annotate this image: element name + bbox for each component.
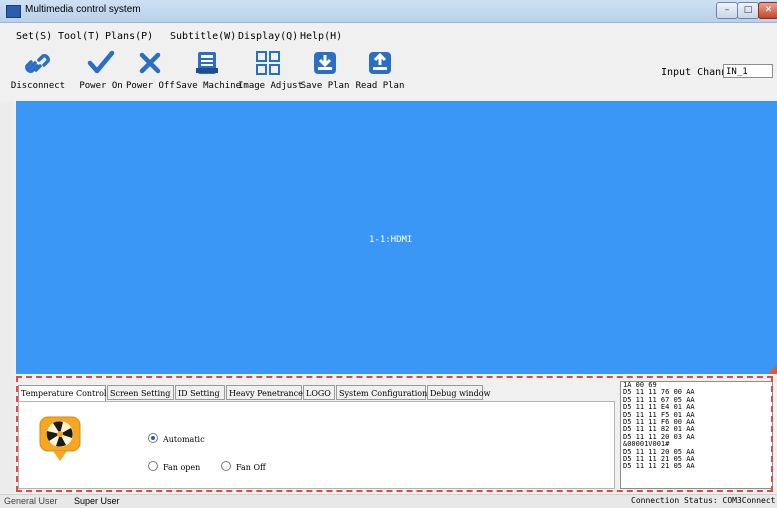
fan-off-radio[interactable]: Fan Off [221,461,266,472]
status-bar: General User Super User Connection Statu… [0,494,777,508]
tab-heavy-penetrance[interactable]: Heavy Penetrance [226,385,303,400]
screen-window-label[interactable]: 1-1:HDMI [369,235,412,245]
automatic-label: Automatic [163,435,205,444]
power-on-label: Power On [79,81,123,91]
window-title: Multimedia control system [25,4,141,15]
menu-plans[interactable]: Plans(P) [105,31,153,42]
tab-logo[interactable]: LOGO [303,385,335,400]
save-machine-button[interactable]: Save Machine [176,48,242,94]
power-off-button[interactable]: Power Off [126,48,175,94]
minimize-button[interactable]: – [716,2,738,19]
disconnect-label: Disconnect [10,81,66,91]
menu-tool[interactable]: Tool(T) [58,31,100,42]
temperature-control-panel [18,401,615,489]
title-bar: Multimedia control system – □ ✕ [0,0,777,23]
left-edge-strip [0,101,14,493]
tab-screen-setting[interactable]: Screen Setting [107,385,174,400]
download-tray-icon [314,52,336,74]
tab-system-configuration[interactable]: System Configuration [336,385,427,400]
fan-off-label: Fan Off [236,463,266,472]
image-adjust-label: Image Adjust [238,81,304,91]
link-icon [25,54,50,73]
save-machine-label: Save Machine [176,81,242,91]
debug-log-line: D5 11 11 21 05 AA [623,462,695,471]
connection-status: Connection Status: COM3Connect [631,496,776,505]
tab-id-setting[interactable]: ID Setting [175,385,225,400]
read-plan-label: Read Plan [355,81,405,91]
fan-icon [39,416,81,461]
radio-selected-indicator [148,433,158,443]
read-plan-button[interactable]: Read Plan [355,48,405,94]
menu-set[interactable]: Set(S) [16,31,52,42]
grid-icon [256,51,280,75]
menu-bar: Set(S) Tool(T) Plans(P) Subtitle(W) Disp… [0,28,777,44]
disconnect-button[interactable]: Disconnect [6,48,70,94]
screen-canvas[interactable]: 1-1:HDMI [16,101,777,374]
upload-tray-icon [369,52,391,74]
radio-indicator [148,461,158,471]
menu-display[interactable]: Display(Q) [238,31,298,42]
menu-help[interactable]: Help(H) [300,31,342,42]
maximize-button[interactable]: □ [737,2,759,19]
menu-subtitle[interactable]: Subtitle(W) [170,31,236,42]
debug-log[interactable]: 1A 00 69 D5 11 11 76 00 AA D5 11 11 67 0… [620,381,773,489]
radio-indicator [221,461,231,471]
save-plan-label: Save Plan [300,81,350,91]
fan-open-label: Fan open [163,463,201,472]
resize-handle[interactable] [768,365,777,374]
tab-temperature-control[interactable]: Temperature Control [18,385,106,402]
power-off-label: Power Off [126,81,175,91]
input-channel-select[interactable]: IN_1 [723,64,773,78]
power-on-button[interactable]: Power On [76,48,126,94]
user-role: General User [4,496,58,506]
x-icon [139,52,161,74]
app-icon [6,5,21,18]
user-name: Super User [74,496,120,506]
automatic-radio[interactable]: Automatic [148,433,205,444]
tab-debug-window[interactable]: Debug window [427,385,490,400]
fan-open-radio[interactable]: Fan open [148,461,200,472]
close-button[interactable]: ✕ [758,2,777,19]
checkmark-icon [87,50,115,74]
image-adjust-button[interactable]: Image Adjust [238,48,304,94]
machine-save-icon [196,52,218,74]
save-plan-button[interactable]: Save Plan [300,48,350,94]
